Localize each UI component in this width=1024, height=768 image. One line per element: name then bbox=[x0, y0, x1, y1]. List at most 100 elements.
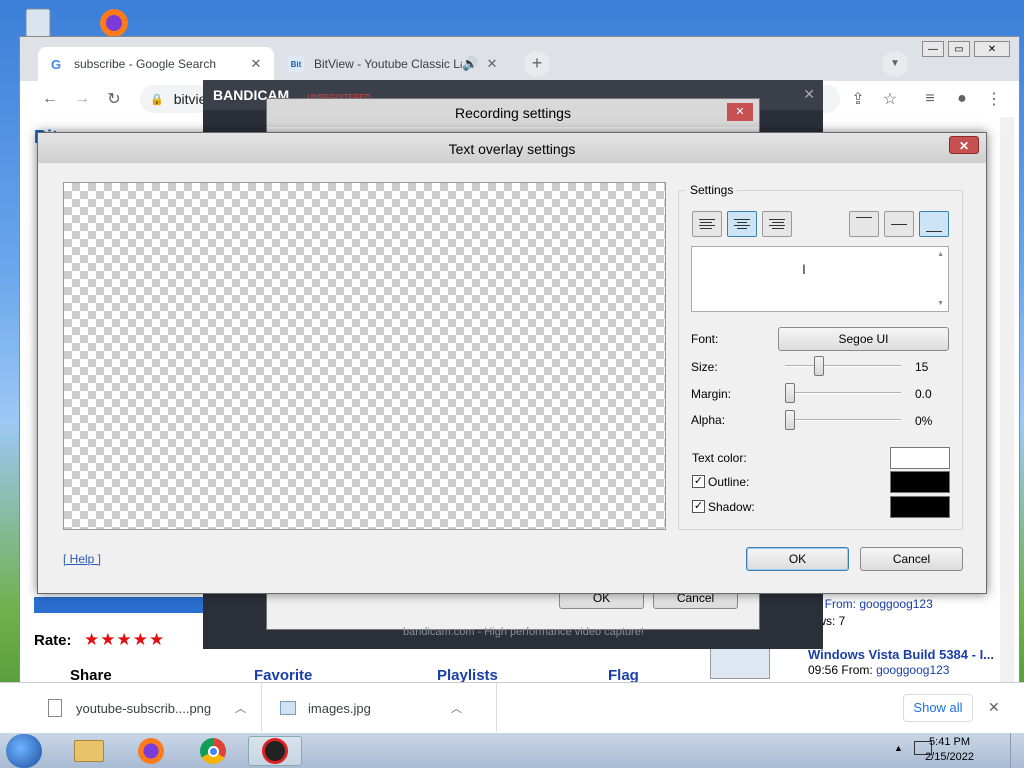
recording-settings-title: Recording settings bbox=[267, 99, 759, 127]
scroll-down-icon[interactable]: ▼ bbox=[937, 300, 944, 307]
download-filename: youtube-subscrib....png bbox=[76, 700, 212, 716]
related-time: 09:56 bbox=[808, 663, 839, 677]
chevron-up-icon[interactable]: ︿ bbox=[451, 700, 462, 716]
page-scrollbar[interactable] bbox=[1000, 117, 1014, 729]
alpha-slider-track[interactable] bbox=[785, 419, 901, 421]
outline-label: Outline: bbox=[708, 475, 750, 489]
address-text: bitvie bbox=[173, 91, 207, 107]
related-user[interactable]: googgoog123 bbox=[876, 663, 949, 677]
profile-avatar-icon[interactable]: ● bbox=[950, 87, 974, 111]
margin-slider-thumb[interactable] bbox=[785, 383, 795, 403]
menu-kebab-icon[interactable]: ⋮ bbox=[982, 87, 1006, 111]
tab-search-icon[interactable]: ▼ bbox=[882, 51, 908, 77]
maximize-button[interactable]: ▭ bbox=[948, 41, 970, 57]
dialog-title: Text overlay settings bbox=[38, 133, 986, 163]
alpha-slider-thumb[interactable] bbox=[785, 410, 795, 430]
speaker-icon[interactable]: 🔊 bbox=[462, 56, 478, 72]
rating-stars[interactable]: ★★★★★ bbox=[84, 630, 165, 650]
image-file-icon bbox=[280, 701, 296, 715]
shadow-checkbox[interactable]: ✓ bbox=[692, 500, 705, 513]
clock-time: 5:41 PM bbox=[929, 736, 971, 748]
video-progress-bar[interactable] bbox=[34, 597, 204, 613]
download-filename: images.jpg bbox=[308, 700, 371, 716]
show-desktop-button[interactable] bbox=[1010, 733, 1024, 768]
bookmark-star-icon[interactable]: ☆ bbox=[878, 87, 902, 111]
scroll-up-icon[interactable]: ▲ bbox=[937, 251, 944, 258]
file-explorer-icon[interactable] bbox=[62, 736, 116, 766]
text-cursor-icon: I bbox=[802, 261, 806, 277]
close-window-button[interactable]: ✕ bbox=[974, 41, 1010, 57]
cancel-button[interactable]: Cancel bbox=[860, 547, 963, 571]
text-overlay-dialog: Text overlay settings ✕ Settings I ▲ ▼ F… bbox=[37, 132, 987, 594]
margin-label: Margin: bbox=[691, 387, 732, 401]
media-control-icon[interactable]: ≡ bbox=[918, 87, 942, 111]
shadow-label: Shadow: bbox=[708, 500, 755, 514]
alpha-value: 0% bbox=[915, 414, 933, 428]
minimize-button[interactable]: — bbox=[922, 41, 944, 57]
rate-label: Rate: bbox=[34, 632, 72, 649]
new-tab-button[interactable]: + bbox=[524, 51, 550, 77]
close-tab-icon[interactable]: ✕ bbox=[248, 56, 264, 72]
bandicam-taskbar-icon[interactable] bbox=[248, 736, 302, 766]
download-item[interactable]: youtube-subscrib....png ︿ bbox=[0, 683, 262, 733]
reload-icon[interactable]: ↻ bbox=[102, 87, 126, 111]
text-color-label: Text color: bbox=[692, 451, 747, 465]
back-icon[interactable]: ← bbox=[38, 87, 62, 111]
tab-strip: G subscribe - Google Search ✕ Bit BitVie… bbox=[20, 37, 1019, 85]
font-select-button[interactable]: Segoe UI bbox=[778, 327, 949, 351]
show-all-button[interactable]: Show all bbox=[903, 694, 973, 722]
show-hidden-icons-icon[interactable]: ▲ bbox=[894, 743, 903, 753]
bandicam-close-icon[interactable]: ✕ bbox=[803, 86, 815, 103]
download-item[interactable]: images.jpg ︿ bbox=[262, 683, 497, 733]
valign-top-button[interactable] bbox=[849, 211, 879, 237]
close-download-bar-icon[interactable]: ✕ bbox=[988, 699, 1000, 716]
tab-bitview[interactable]: Bit BitView - Youtube Classic La 🔊 ✕ bbox=[278, 47, 510, 81]
ok-button[interactable]: OK bbox=[746, 547, 849, 571]
text-color-swatch[interactable] bbox=[890, 447, 950, 469]
size-value: 15 bbox=[915, 360, 929, 374]
bitview-favicon-icon: Bit bbox=[288, 56, 304, 72]
tab-title: subscribe - Google Search bbox=[74, 57, 217, 71]
related-meta: 53 From: googgoog123 bbox=[808, 597, 933, 611]
google-favicon-icon: G bbox=[50, 56, 62, 72]
margin-slider-track[interactable] bbox=[785, 392, 901, 394]
clock-date: 2/15/2022 bbox=[925, 751, 974, 763]
overlay-preview bbox=[63, 182, 666, 530]
outline-checkbox[interactable]: ✓ bbox=[692, 475, 705, 488]
align-left-button[interactable] bbox=[692, 211, 722, 237]
dialog-close-button[interactable]: ✕ bbox=[949, 136, 979, 154]
clock[interactable]: 5:41 PM 2/15/2022 bbox=[925, 735, 974, 765]
chevron-up-icon[interactable]: ︿ bbox=[235, 700, 246, 716]
taskbar: ▲ 5:41 PM 2/15/2022 bbox=[0, 732, 1024, 768]
align-right-button[interactable] bbox=[762, 211, 792, 237]
help-link[interactable]: [ Help ] bbox=[63, 552, 101, 566]
outline-color-swatch[interactable] bbox=[890, 471, 950, 493]
valign-bottom-button[interactable] bbox=[919, 211, 949, 237]
lock-icon: 🔒 bbox=[150, 93, 164, 106]
recording-settings-close-icon[interactable]: ✕ bbox=[727, 103, 753, 121]
close-tab-icon[interactable]: ✕ bbox=[484, 56, 500, 72]
tab-title: BitView - Youtube Classic La bbox=[314, 57, 462, 71]
chrome-taskbar-icon[interactable] bbox=[186, 736, 240, 766]
related-title[interactable]: Windows Vista Build 5384 - I... bbox=[808, 647, 994, 662]
align-center-button[interactable] bbox=[727, 211, 757, 237]
size-slider-thumb[interactable] bbox=[813, 356, 824, 376]
margin-value: 0.0 bbox=[915, 387, 932, 401]
shadow-color-swatch[interactable] bbox=[890, 496, 950, 518]
download-bar: youtube-subscrib....png ︿ images.jpg ︿ S… bbox=[0, 682, 1024, 733]
forward-icon[interactable]: → bbox=[70, 87, 94, 111]
settings-label: Settings bbox=[686, 183, 738, 197]
dialog-body: Settings I ▲ ▼ Font: Segoe UI Size: 15 M bbox=[44, 163, 980, 589]
size-slider-track[interactable] bbox=[785, 365, 901, 367]
share-icon[interactable]: ⇪ bbox=[846, 87, 870, 111]
bandicam-footer: bandicam.com - High performance video ca… bbox=[403, 626, 644, 638]
start-button[interactable] bbox=[6, 734, 42, 768]
font-label: Font: bbox=[691, 332, 719, 346]
alpha-label: Alpha: bbox=[691, 413, 726, 427]
valign-middle-button[interactable] bbox=[884, 211, 914, 237]
firefox-taskbar-icon[interactable] bbox=[124, 736, 178, 766]
size-label: Size: bbox=[691, 360, 718, 374]
file-icon bbox=[48, 699, 62, 717]
tab-google-search[interactable]: G subscribe - Google Search ✕ bbox=[38, 47, 274, 81]
overlay-text-input[interactable]: I ▲ ▼ bbox=[691, 246, 949, 312]
